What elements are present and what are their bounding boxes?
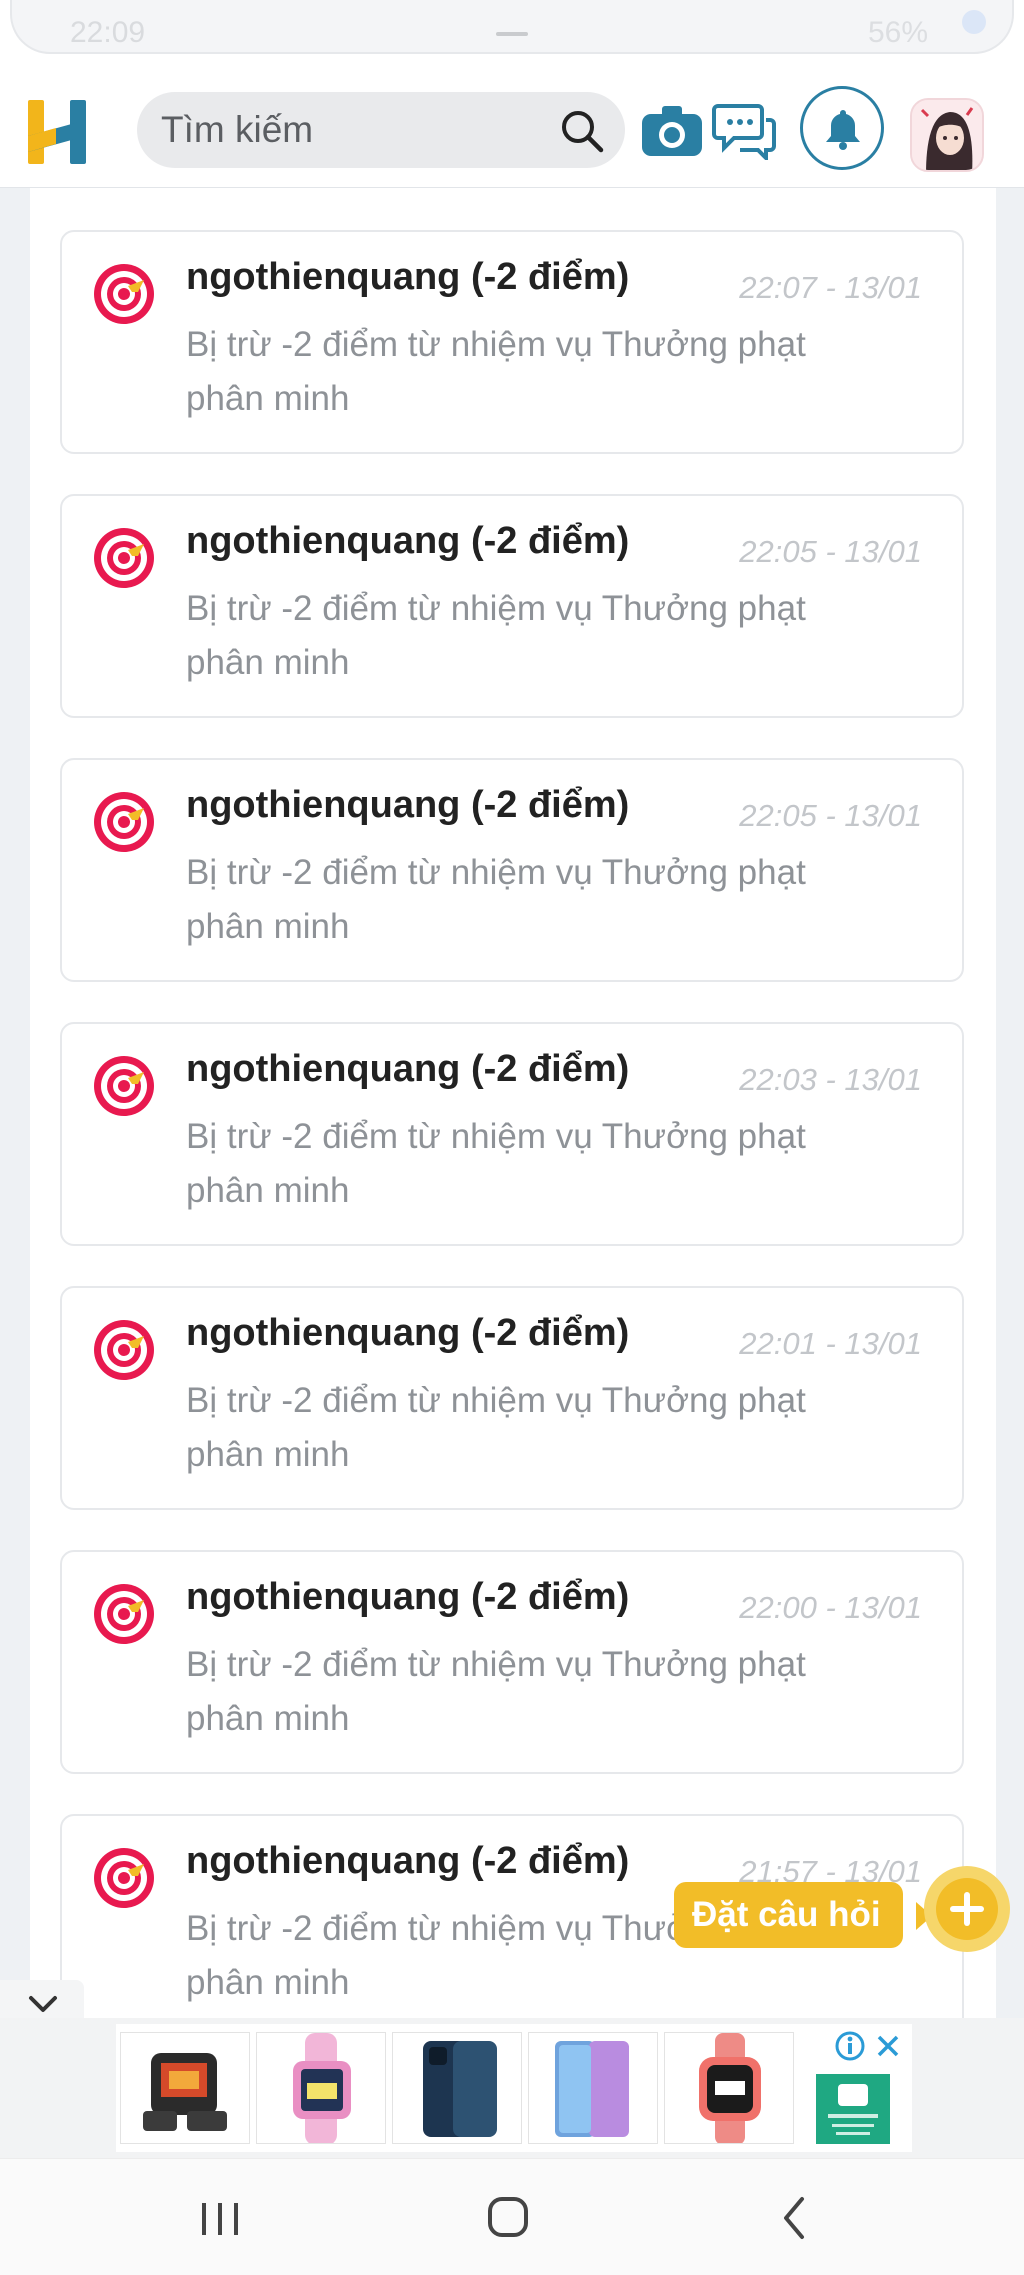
notification-time: 22:07 - 13/01 bbox=[739, 270, 922, 305]
target-icon bbox=[94, 1848, 154, 1908]
notification-card[interactable]: ngothienquang (-2 điểm) 22:00 - 13/01 Bị… bbox=[60, 1550, 964, 1774]
phone-image bbox=[423, 2041, 497, 2137]
back-icon[interactable] bbox=[766, 2193, 826, 2243]
notification-title: ngothienquang (-2 điểm) bbox=[186, 256, 630, 298]
chat-icon[interactable] bbox=[712, 100, 776, 160]
notification-time: 22:05 - 13/01 bbox=[739, 798, 922, 833]
close-icon[interactable] bbox=[872, 2030, 904, 2062]
plus-icon bbox=[950, 1892, 984, 1926]
target-icon bbox=[94, 528, 154, 588]
bell-icon bbox=[826, 110, 860, 150]
notification-message: Bị trừ -2 điểm từ nhiệm vụ Thưởng phạt p… bbox=[186, 589, 806, 682]
notification-card[interactable]: ngothienquang (-2 điểm) 22:01 - 13/01 Bị… bbox=[60, 1286, 964, 1510]
ad-product[interactable] bbox=[256, 2032, 386, 2144]
info-icon[interactable] bbox=[834, 2030, 866, 2062]
status-handle bbox=[496, 32, 528, 36]
speaker-image bbox=[143, 2053, 227, 2131]
chevron-down-icon bbox=[29, 1996, 57, 2012]
battery-level: 56% bbox=[867, 16, 928, 49]
target-icon bbox=[94, 1056, 154, 1116]
notification-message: Bị trừ -2 điểm từ nhiệm vụ Thưởng phạt p… bbox=[186, 325, 806, 418]
ad-product[interactable] bbox=[664, 2032, 794, 2144]
advertiser-logo[interactable] bbox=[816, 2074, 890, 2144]
logo-icon[interactable] bbox=[26, 96, 88, 168]
notification-time: 22:01 - 13/01 bbox=[739, 1326, 922, 1361]
ad-banner bbox=[0, 2018, 1024, 2158]
store-logo-icon bbox=[828, 2084, 878, 2135]
kids-watch-image bbox=[293, 2033, 351, 2143]
search-bar[interactable] bbox=[137, 92, 625, 168]
notification-title: ngothienquang (-2 điểm) bbox=[186, 784, 630, 826]
app-header bbox=[0, 56, 1024, 188]
status-bar: 22:09 56% bbox=[0, 0, 1024, 56]
search-input[interactable] bbox=[161, 92, 541, 168]
notification-title: ngothienquang (-2 điểm) bbox=[186, 1576, 630, 1618]
notification-title: ngothienquang (-2 điểm) bbox=[186, 520, 630, 562]
home-icon[interactable] bbox=[478, 2193, 538, 2243]
notification-card[interactable]: ngothienquang (-2 điểm) 22:05 - 13/01 Bị… bbox=[60, 494, 964, 718]
status-time: 22:09 bbox=[70, 16, 146, 49]
notification-title: ngothienquang (-2 điểm) bbox=[186, 1840, 630, 1882]
notification-card[interactable]: ngothienquang (-2 điểm) 22:07 - 13/01 Bị… bbox=[60, 230, 964, 454]
camera-icon[interactable] bbox=[640, 102, 704, 158]
status-dot bbox=[962, 10, 986, 34]
avatar[interactable] bbox=[910, 98, 984, 172]
search-icon[interactable] bbox=[559, 108, 605, 154]
notification-title: ngothienquang (-2 điểm) bbox=[186, 1048, 630, 1090]
phone-image bbox=[555, 2041, 629, 2137]
notification-title: ngothienquang (-2 điểm) bbox=[186, 1312, 630, 1354]
recents-icon[interactable] bbox=[190, 2193, 250, 2243]
notification-card[interactable]: ngothienquang (-2 điểm) 22:05 - 13/01 Bị… bbox=[60, 758, 964, 982]
smartwatch-image bbox=[699, 2033, 761, 2143]
notification-message: Bị trừ -2 điểm từ nhiệm vụ Thưởng phạt p… bbox=[186, 1645, 806, 1738]
ask-question-button[interactable]: Đặt câu hỏi bbox=[674, 1882, 903, 1948]
notification-list: ngothienquang (-2 điểm) 22:07 - 13/01 Bị… bbox=[30, 188, 996, 2018]
notification-time: 22:00 - 13/01 bbox=[739, 1590, 922, 1625]
avatar-image bbox=[912, 100, 982, 170]
notification-message: Bị trừ -2 điểm từ nhiệm vụ Thưởng phạt p… bbox=[186, 853, 806, 946]
notification-time: 22:03 - 13/01 bbox=[739, 1062, 922, 1097]
target-icon bbox=[94, 792, 154, 852]
notification-message: Bị trừ -2 điểm từ nhiệm vụ Thưởng phạt p… bbox=[186, 1381, 806, 1474]
notifications-button[interactable] bbox=[800, 86, 884, 170]
ask-plus-inner bbox=[936, 1878, 998, 1940]
status-pill bbox=[10, 0, 1014, 54]
ad-product[interactable] bbox=[120, 2032, 250, 2144]
ask-plus-button[interactable] bbox=[924, 1866, 1010, 1952]
notification-card[interactable]: ngothienquang (-2 điểm) 22:03 - 13/01 Bị… bbox=[60, 1022, 964, 1246]
target-icon bbox=[94, 264, 154, 324]
ad-product[interactable] bbox=[528, 2032, 658, 2144]
system-nav-bar bbox=[0, 2158, 1024, 2275]
notification-message: Bị trừ -2 điểm từ nhiệm vụ Thưởng phạt p… bbox=[186, 1117, 806, 1210]
ad-container[interactable] bbox=[116, 2024, 912, 2152]
ad-product[interactable] bbox=[392, 2032, 522, 2144]
notification-time: 22:05 - 13/01 bbox=[739, 534, 922, 569]
target-icon bbox=[94, 1320, 154, 1380]
target-icon bbox=[94, 1584, 154, 1644]
